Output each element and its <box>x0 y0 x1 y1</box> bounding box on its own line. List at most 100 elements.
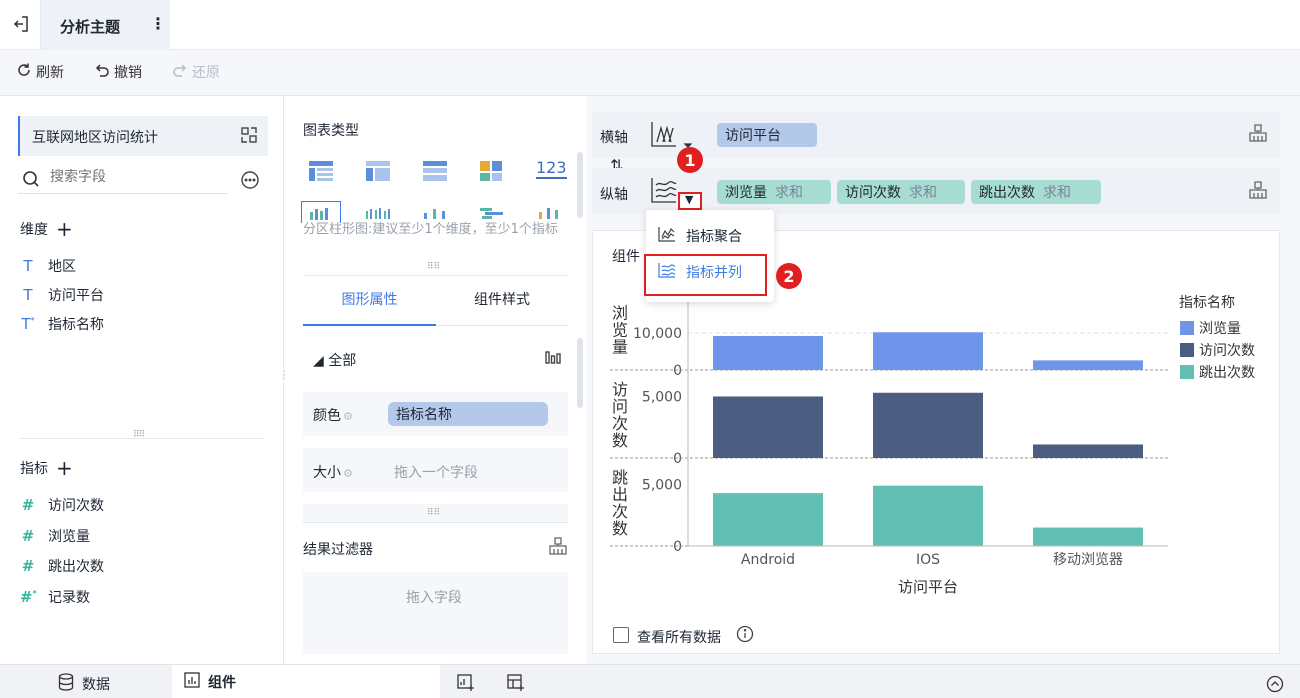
legend-swatch <box>1180 343 1194 357</box>
redo-button[interactable]: 还原 <box>172 62 220 82</box>
show-all-data-checkbox[interactable] <box>613 627 629 643</box>
refresh-button[interactable]: 刷新 <box>16 62 64 82</box>
top-bar <box>0 0 1300 50</box>
text-type-icon: T* <box>21 315 35 333</box>
text-type-icon: T <box>23 257 33 275</box>
database-icon <box>58 673 74 695</box>
size-drop-zone[interactable]: 拖入一个字段 <box>394 462 478 482</box>
x-axis-title: 访问平台 <box>898 578 958 596</box>
bar <box>1033 527 1143 546</box>
block-chart-icon[interactable] <box>479 160 503 186</box>
page-title: 分析主题 <box>60 18 121 36</box>
filter-settings-icon[interactable] <box>548 537 568 559</box>
info-icon[interactable] <box>736 625 754 647</box>
settings-icon[interactable]: ⚙ <box>343 467 353 480</box>
bar <box>873 485 983 546</box>
crosstab-chart-icon[interactable] <box>365 160 391 186</box>
legend-item[interactable]: 跳出次数 <box>1180 362 1255 382</box>
y-tick-label: 0 <box>673 451 682 467</box>
menu-item-measure-aggregate[interactable]: 指标聚合 <box>646 218 774 254</box>
bar <box>713 493 823 546</box>
kpi-chart-icon[interactable]: 123 <box>536 158 567 179</box>
dimension-item[interactable]: T 地区 <box>20 256 76 276</box>
step-badge-2: 2 <box>776 263 802 289</box>
y-axis-field-chip[interactable]: 访问次数 求和 <box>837 180 965 204</box>
resize-handle[interactable]: ⠿⠿ <box>133 430 145 440</box>
x-tick-label: Android <box>741 552 795 568</box>
bar <box>873 392 983 458</box>
more-options-icon[interactable] <box>240 170 260 190</box>
measure-item[interactable]: #* 记录数 <box>20 587 90 607</box>
x-axis-settings-icon[interactable] <box>1248 124 1268 146</box>
settings-icon[interactable]: ⚙ <box>343 410 353 423</box>
y-axis-field-chip[interactable]: 跳出次数 求和 <box>971 180 1101 204</box>
bar <box>713 396 823 458</box>
y-tick-label: 0 <box>673 363 682 379</box>
bar-mark-icon[interactable] <box>544 348 562 368</box>
detail-table-icon[interactable] <box>422 160 448 186</box>
partition-bar-chart-icon[interactable] <box>301 201 341 223</box>
measure-item[interactable]: # 访问次数 <box>20 495 104 515</box>
y-tick-label: 5,000 <box>642 477 682 493</box>
resize-handle[interactable]: ⠿⠿ <box>427 262 440 272</box>
switch-dataset-icon[interactable] <box>240 126 258 148</box>
dimension-title: 维度 <box>20 222 48 238</box>
add-dashboard-icon[interactable] <box>507 674 525 696</box>
measure-item[interactable]: # 跳出次数 <box>20 556 104 576</box>
number-type-icon: # <box>21 496 35 514</box>
legend-item[interactable]: 访问次数 <box>1180 340 1255 360</box>
y-axis-type-icon[interactable] <box>650 176 680 208</box>
dataset-selector[interactable]: 互联网地区访问统计 <box>18 116 268 156</box>
number-type-icon: #* <box>20 588 37 606</box>
y-tick-label: 10,000 <box>633 326 682 342</box>
properties-scrollbar[interactable] <box>577 338 583 408</box>
tab-data[interactable]: 数据 <box>58 673 110 695</box>
color-field-chip[interactable]: 指标名称 <box>388 402 548 426</box>
legend-item[interactable]: 浏览量 <box>1180 318 1241 338</box>
add-measure-icon[interactable]: + <box>56 456 73 480</box>
legend-swatch <box>1180 365 1194 379</box>
y-axis-settings-icon[interactable] <box>1248 181 1268 203</box>
search-input[interactable] <box>50 169 220 185</box>
all-section-toggle[interactable]: ◢ 全部 <box>313 350 356 370</box>
search-icon <box>22 170 40 192</box>
dataset-name: 互联网地区访问统计 <box>32 130 158 146</box>
tab-component-style[interactable]: 组件样式 <box>436 276 568 326</box>
collapse-panel-icon[interactable] <box>1266 675 1284 697</box>
add-dimension-icon[interactable]: + <box>56 217 73 241</box>
chart-type-scrollbar[interactable] <box>577 152 583 218</box>
aggregate-chart-icon <box>658 226 676 246</box>
chart-icon <box>184 671 200 692</box>
caret-down-icon: ▼ <box>685 193 694 206</box>
undo-icon <box>94 62 110 82</box>
bar <box>1033 444 1143 458</box>
legend-title: 指标名称 <box>1179 295 1235 311</box>
result-filter-title: 结果过滤器 <box>303 542 373 558</box>
axis-mode-dropdown-button[interactable]: ▼ <box>678 192 702 210</box>
resize-handle[interactable]: ⠿⠿ <box>427 508 440 518</box>
measure-item[interactable]: # 浏览量 <box>20 526 90 546</box>
search-field[interactable] <box>18 166 228 194</box>
y-axis-field-chip[interactable]: 浏览量 求和 <box>717 180 831 204</box>
table-chart-icon[interactable] <box>308 160 334 186</box>
more-menu-icon[interactable]: ⋮ <box>150 14 166 33</box>
tab-graphic-properties[interactable]: 图形属性 <box>303 276 436 326</box>
bar <box>873 332 983 370</box>
panel-axis-label: 量 <box>612 338 628 357</box>
dimension-item[interactable]: T 访问平台 <box>20 285 104 305</box>
x-tick-label: 移动浏览器 <box>1053 552 1123 568</box>
add-component-icon[interactable] <box>457 674 475 696</box>
show-all-data-label: 查看所有数据 <box>637 630 721 646</box>
tab-component[interactable]: 组件 <box>172 665 440 698</box>
panel-axis-label: 数 <box>612 431 628 450</box>
measure-header: 指标 + <box>20 456 73 480</box>
exit-icon[interactable] <box>10 12 32 36</box>
refresh-icon <box>16 62 32 82</box>
highlight-box <box>644 254 767 296</box>
dimension-item[interactable]: T* 指标名称 <box>20 314 104 334</box>
text-type-icon: T <box>23 286 33 304</box>
chart-type-title: 图表类型 <box>303 123 359 139</box>
x-axis-field-chip[interactable]: 访问平台 <box>717 123 817 147</box>
undo-button[interactable]: 撤销 <box>94 62 142 82</box>
filter-drop-zone[interactable]: 拖入字段 <box>303 572 568 654</box>
